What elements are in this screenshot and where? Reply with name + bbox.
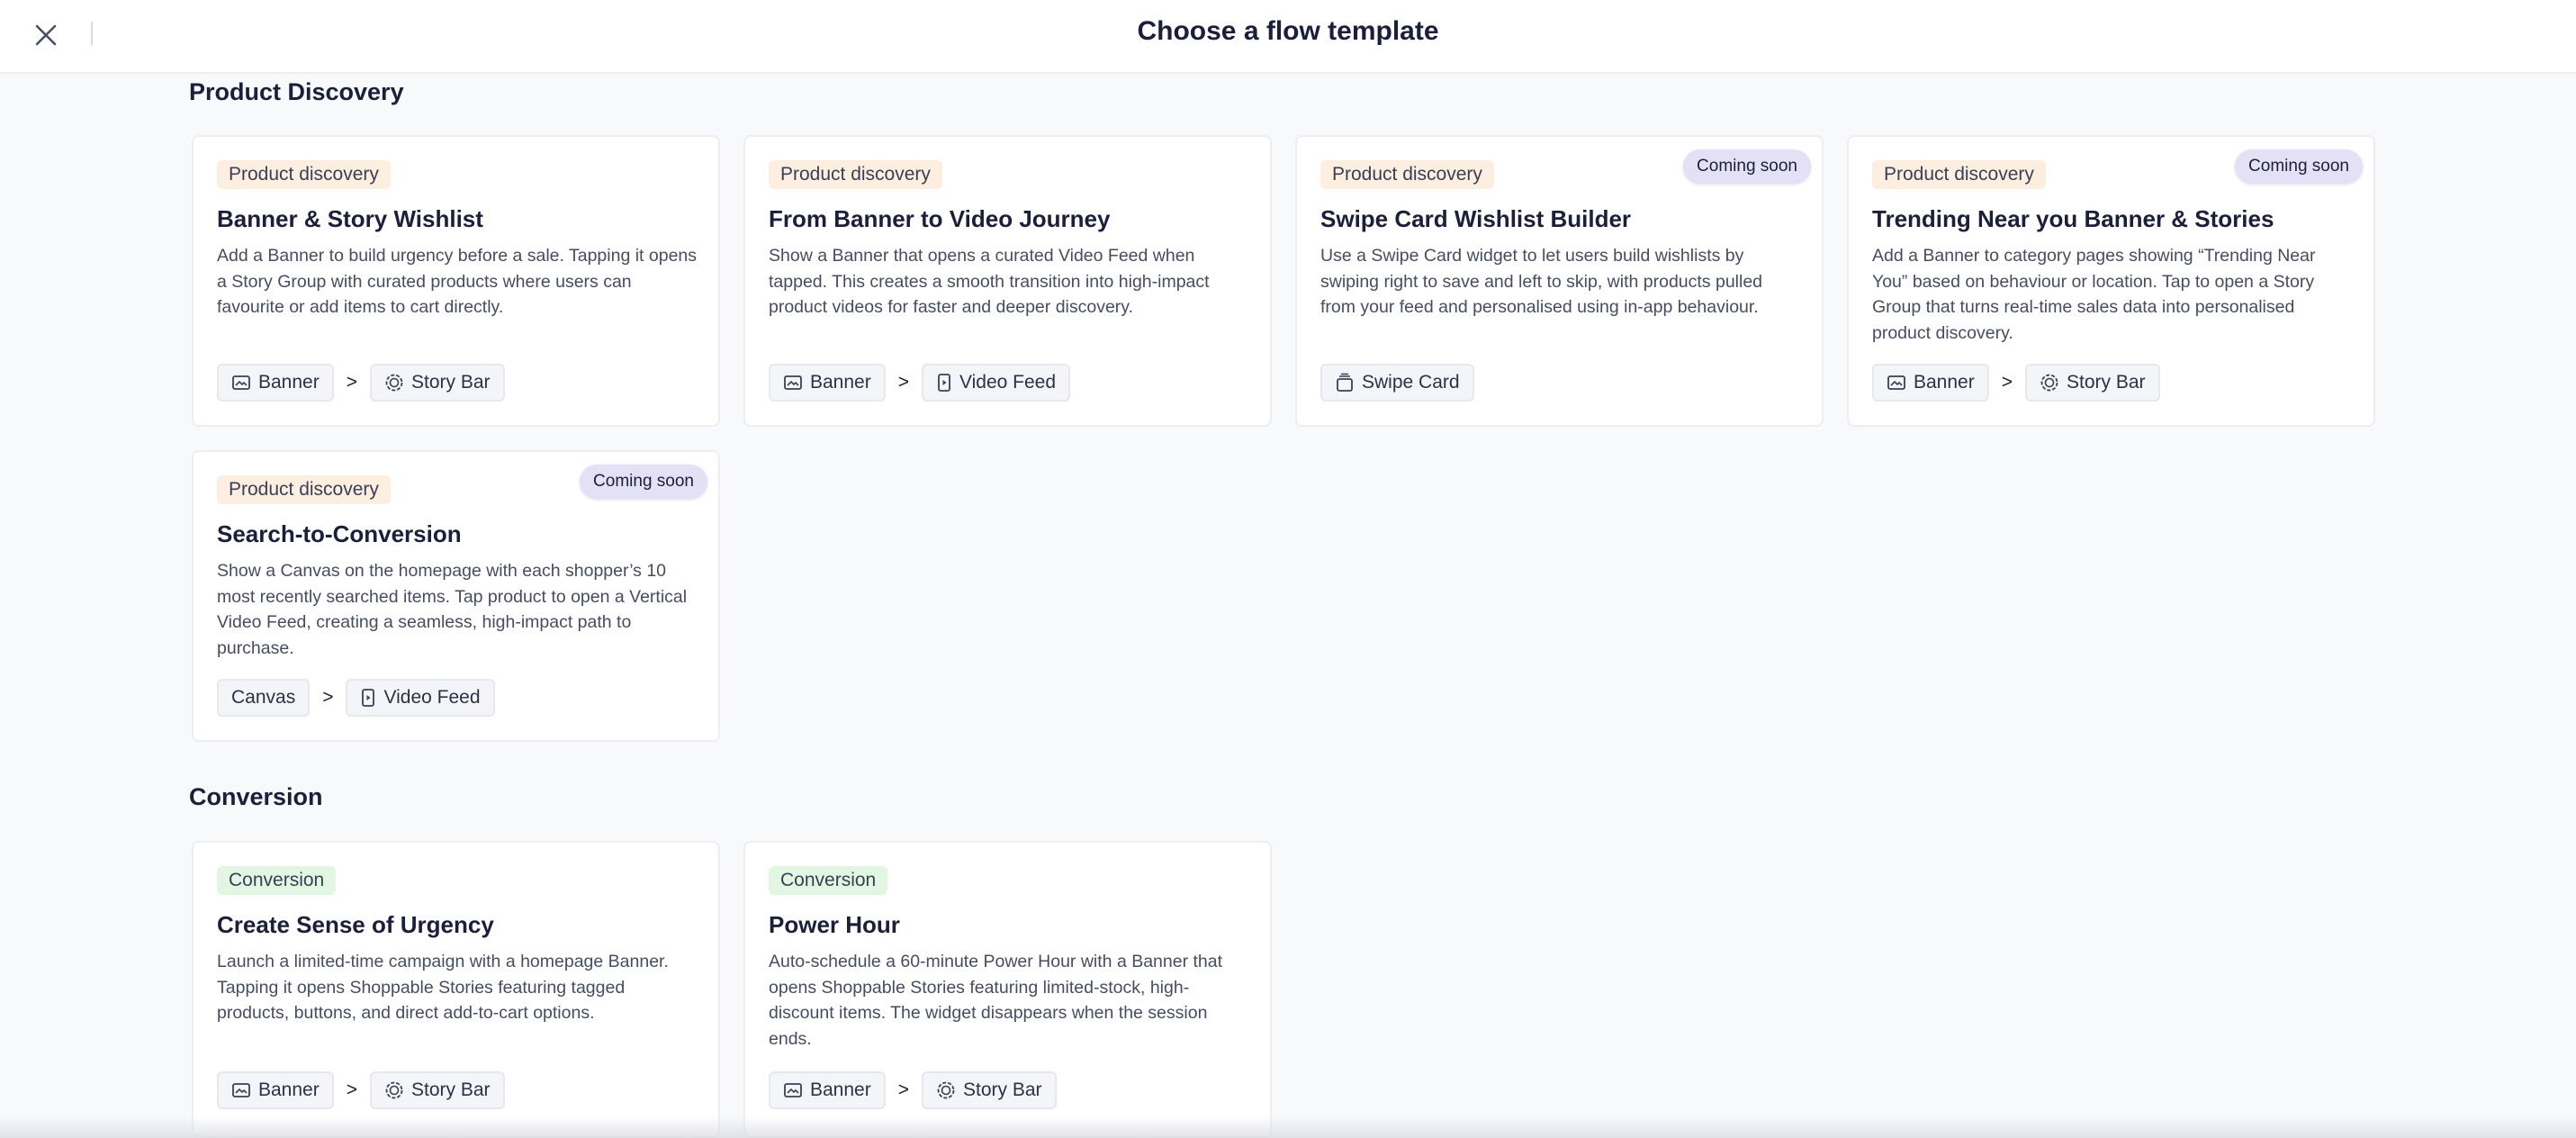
- scroll-fade: [0, 1116, 2576, 1138]
- story-bar-icon: [937, 1081, 955, 1099]
- section-title-product-discovery: Product Discovery: [189, 78, 404, 105]
- banner-icon: [784, 375, 802, 390]
- coming-soon-badge: Coming soon: [1683, 149, 1811, 184]
- card-description: Add a Banner to category pages showing “…: [1872, 246, 2316, 343]
- widget-chip-video-feed: Video Feed: [346, 679, 495, 717]
- widget-chip-canvas: Canvas: [217, 679, 311, 717]
- card-title: From Banner to Video Journey: [769, 205, 1111, 232]
- widget-chip-story-bar: Story Bar: [369, 364, 505, 402]
- template-card-create-sense-of-urgency[interactable]: Conversion Create Sense of Urgency Launc…: [192, 841, 720, 1138]
- coming-soon-badge: Coming soon: [580, 465, 707, 499]
- banner-icon: [784, 1083, 802, 1097]
- card-description: Add a Banner to build urgency before a s…: [217, 246, 698, 317]
- chip-label: Canvas: [231, 687, 296, 708]
- banner-icon: [1887, 375, 1905, 390]
- card-title: Swipe Card Wishlist Builder: [1320, 205, 1632, 232]
- flow-separator: >: [2001, 372, 2013, 393]
- flow-separator: >: [346, 372, 357, 393]
- widget-chip-banner: Banner: [769, 364, 886, 402]
- chip-label: Banner: [258, 1079, 320, 1100]
- chip-label: Banner: [1914, 372, 1975, 393]
- template-card-banner-story-wishlist[interactable]: Product discovery Banner & Story Wishlis…: [192, 135, 720, 427]
- coming-soon-badge: Coming soon: [2235, 149, 2363, 184]
- chip-label: Story Bar: [962, 1079, 1042, 1100]
- story-bar-icon: [2040, 374, 2058, 392]
- top-bar: Choose a flow template: [0, 0, 2576, 74]
- template-card-banner-to-video-journey[interactable]: Product discovery From Banner to Video J…: [743, 135, 1272, 427]
- category-tag: Conversion: [769, 866, 888, 895]
- chip-label: Video Feed: [383, 687, 481, 708]
- chip-label: Banner: [810, 372, 871, 393]
- widget-chip-banner: Banner: [1872, 364, 1989, 402]
- card-title: Create Sense of Urgency: [217, 911, 494, 938]
- video-feed-icon: [362, 689, 375, 707]
- flow-separator: >: [897, 372, 909, 393]
- category-tag: Product discovery: [769, 160, 942, 189]
- story-bar-icon: [385, 374, 403, 392]
- flow-separator: >: [322, 687, 334, 708]
- banner-icon: [232, 375, 250, 390]
- category-tag: Product discovery: [217, 475, 391, 504]
- card-title: Trending Near you Banner & Stories: [1872, 205, 2274, 232]
- template-card-swipe-card-wishlist-builder[interactable]: Product discovery Coming soon Swipe Card…: [1295, 135, 1824, 427]
- widget-chip-story-bar: Story Bar: [921, 1071, 1057, 1109]
- widget-chip-banner: Banner: [217, 364, 334, 402]
- card-description: Show a Banner that opens a curated Video…: [769, 246, 1210, 317]
- card-description: Auto-schedule a 60-minute Power Hour wit…: [769, 952, 1223, 1049]
- category-tag: Product discovery: [1320, 160, 1494, 189]
- card-title: Search-to-Conversion: [217, 520, 462, 547]
- widget-flow: Swipe Card: [1320, 364, 1474, 402]
- widget-flow: Banner > Story Bar: [1872, 364, 2160, 402]
- widget-chip-swipe-card: Swipe Card: [1320, 364, 1474, 402]
- widget-chip-video-feed: Video Feed: [921, 364, 1071, 402]
- story-bar-icon: [385, 1081, 403, 1099]
- widget-flow: Banner > Story Bar: [217, 364, 505, 402]
- banner-icon: [232, 1083, 250, 1097]
- swipe-card-icon: [1337, 373, 1353, 392]
- card-description: Launch a limited-time campaign with a ho…: [217, 952, 669, 1023]
- chip-label: Story Bar: [410, 372, 491, 393]
- card-description: Show a Canvas on the homepage with each …: [217, 561, 688, 658]
- flow-separator: >: [897, 1079, 909, 1100]
- widget-flow: Canvas > Video Feed: [217, 679, 495, 717]
- section-title-conversion: Conversion: [189, 783, 323, 810]
- flow-separator: >: [346, 1079, 357, 1100]
- widget-flow: Banner > Video Feed: [769, 364, 1071, 402]
- widget-chip-banner: Banner: [217, 1071, 334, 1109]
- template-card-trending-near-you[interactable]: Product discovery Coming soon Trending N…: [1847, 135, 2375, 427]
- page-title: Choose a flow template: [1137, 16, 1439, 46]
- chip-label: Banner: [258, 372, 320, 393]
- chip-label: Story Bar: [2066, 372, 2146, 393]
- chip-label: Video Feed: [959, 372, 1057, 393]
- chip-label: Swipe Card: [1362, 372, 1460, 393]
- template-card-power-hour[interactable]: Conversion Power Hour Auto-schedule a 60…: [743, 841, 1272, 1138]
- widget-flow: Banner > Story Bar: [217, 1071, 505, 1109]
- widget-chip-banner: Banner: [769, 1071, 886, 1109]
- chip-label: Story Bar: [410, 1079, 491, 1100]
- widget-flow: Banner > Story Bar: [769, 1071, 1057, 1109]
- card-title: Banner & Story Wishlist: [217, 205, 483, 232]
- chip-label: Banner: [810, 1079, 871, 1100]
- video-feed-icon: [938, 374, 950, 392]
- category-tag: Product discovery: [1872, 160, 2046, 189]
- card-description: Use a Swipe Card widget to let users bui…: [1320, 246, 1763, 317]
- widget-chip-story-bar: Story Bar: [369, 1071, 505, 1109]
- widget-chip-story-bar: Story Bar: [2024, 364, 2160, 402]
- template-list: Product Discovery Product discovery Bann…: [0, 76, 2576, 1138]
- card-title: Power Hour: [769, 911, 900, 938]
- category-tag: Conversion: [217, 866, 337, 895]
- template-card-search-to-conversion[interactable]: Product discovery Coming soon Search-to-…: [192, 450, 720, 742]
- category-tag: Product discovery: [217, 160, 391, 189]
